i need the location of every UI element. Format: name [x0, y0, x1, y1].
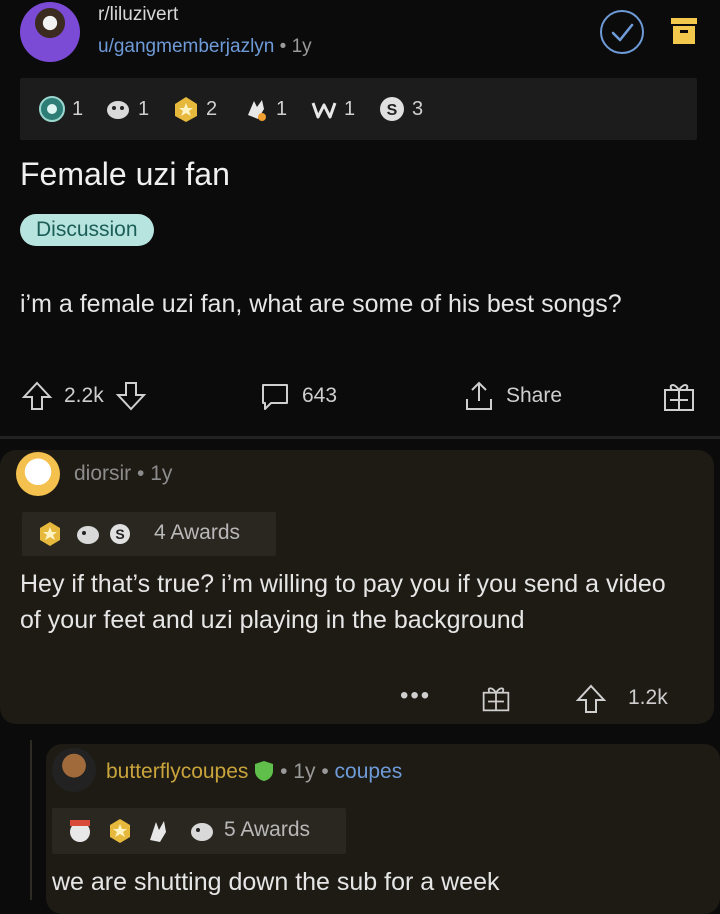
gold-award-icon: [40, 522, 60, 546]
award-count: 1: [276, 97, 288, 120]
award-helpful[interactable]: 1: [38, 94, 83, 124]
comments-button[interactable]: 643: [258, 378, 337, 414]
award-hand[interactable]: 1: [242, 94, 287, 124]
vote-group: 2.2k: [20, 378, 148, 414]
meta-separator: •: [279, 36, 292, 57]
awards-count-label: 5 Awards: [224, 818, 310, 841]
archive-icon[interactable]: [670, 16, 698, 46]
award-s-coin[interactable]: S 3: [378, 94, 423, 124]
award-count: 1: [138, 97, 150, 120]
comment-count: 643: [302, 384, 338, 407]
award-icons-group: [70, 819, 213, 843]
award-count: 2: [206, 97, 218, 120]
post-age: 1y: [291, 36, 312, 57]
award-gold[interactable]: 2: [172, 94, 217, 124]
comment-meta: butterflycoupes • 1y • coupes: [106, 760, 402, 784]
comment-body: Hey if that’s true? i’m willing to pay y…: [20, 570, 666, 634]
commenter-avatar[interactable]: [16, 452, 60, 496]
comment-author[interactable]: butterflycoupes: [106, 760, 248, 783]
gold-award-icon: [175, 97, 197, 122]
gift-icon: [664, 384, 694, 411]
meta-separator: •: [280, 760, 294, 783]
wholesome-seal-award-icon: [77, 526, 99, 544]
comment-bubble-icon: [262, 384, 288, 410]
post-score: 2.2k: [64, 384, 104, 407]
award-w[interactable]: 1: [310, 94, 355, 124]
author-avatar[interactable]: [20, 2, 80, 62]
comment-author[interactable]: diorsir: [74, 462, 131, 485]
upvote-arrow-icon[interactable]: [574, 682, 608, 716]
comment-meta: diorsir • 1y: [74, 462, 172, 486]
post-title[interactable]: Female uzi fan: [20, 156, 230, 193]
post-meta: u/gangmemberjazlyn • 1y: [98, 36, 312, 58]
helpful-award-icon: [39, 96, 65, 122]
wholesome-seal-award-icon: [191, 823, 213, 841]
s-coin-award-icon: S: [380, 97, 404, 121]
user-flair[interactable]: coupes: [335, 760, 403, 783]
award-gift-button[interactable]: [662, 378, 696, 414]
upvote-arrow-icon[interactable]: [20, 379, 54, 413]
comment-age: 1y: [150, 462, 173, 485]
w-award-icon: [311, 102, 337, 119]
subreddit-name[interactable]: r/liluzivert: [98, 4, 178, 26]
mascot-award-icon: [70, 820, 90, 842]
thread-line[interactable]: [30, 740, 32, 900]
comment-body: we are shutting down the sub for a week: [52, 868, 500, 896]
wholesome-seal-award-icon: [107, 101, 129, 119]
downvote-arrow-icon[interactable]: [114, 379, 148, 413]
share-button[interactable]: Share: [462, 378, 562, 414]
award-icons-group: S: [40, 522, 130, 546]
share-icon: [466, 381, 492, 410]
hand-award-icon: [248, 100, 266, 121]
gold-award-icon: [110, 819, 130, 843]
award-count: 3: [412, 97, 424, 120]
approve-check-button[interactable]: [600, 10, 644, 54]
s-coin-award-icon: S: [110, 524, 130, 544]
post-author[interactable]: u/gangmemberjazlyn: [98, 36, 274, 57]
awards-count-label: 4 Awards: [154, 521, 240, 544]
award-count: 1: [72, 97, 84, 120]
award-count: 1: [344, 97, 356, 120]
post-flair[interactable]: Discussion: [20, 214, 154, 246]
meta-separator: •: [137, 462, 151, 485]
award-wholesome-seal[interactable]: 1: [104, 94, 149, 124]
comment-age: 1y: [293, 760, 316, 783]
divider: [0, 436, 720, 439]
gift-icon[interactable]: [481, 682, 511, 714]
svg-text:S: S: [387, 102, 398, 119]
comment-score: 1.2k: [628, 686, 668, 709]
svg-text:S: S: [115, 526, 124, 542]
check-icon: [611, 23, 634, 42]
hand-award-icon: [150, 821, 166, 842]
more-options-button[interactable]: •••: [400, 682, 431, 710]
meta-separator: •: [321, 760, 335, 783]
post-body: i’m a female uzi fan, what are some of h…: [20, 290, 622, 318]
commenter-avatar[interactable]: [52, 748, 96, 792]
share-label: Share: [506, 384, 563, 407]
mod-shield-icon: [255, 761, 274, 781]
